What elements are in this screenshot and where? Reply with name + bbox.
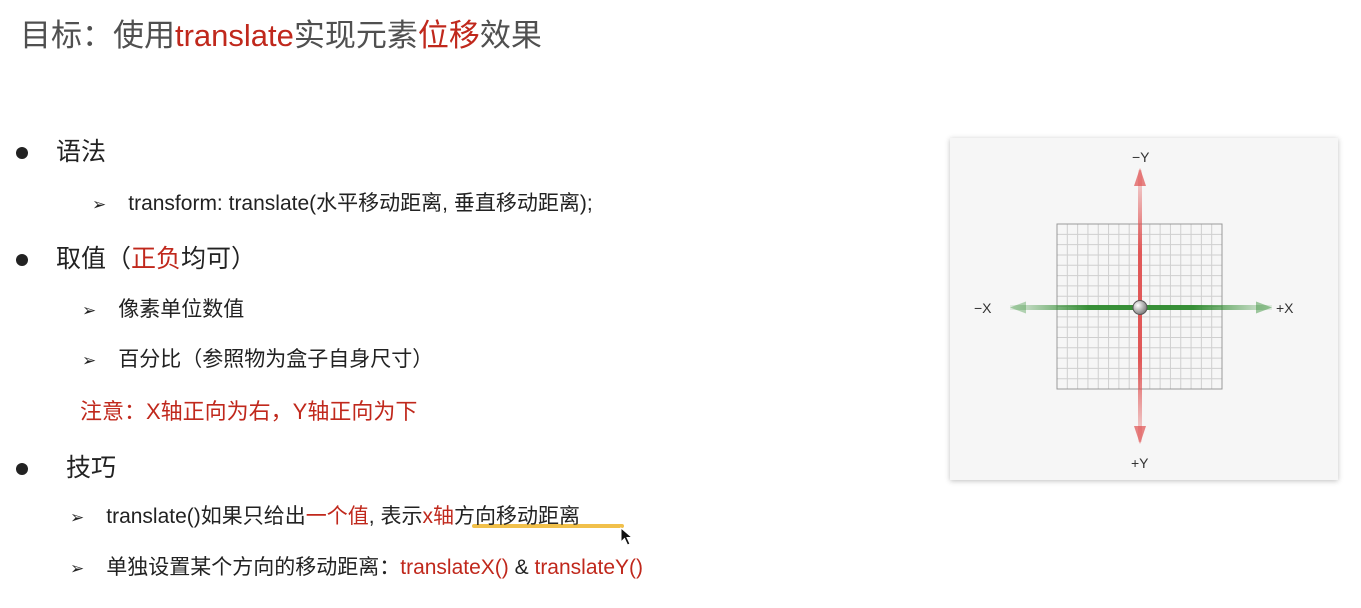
bullet-syntax: 语法: [16, 132, 106, 168]
y-axis-up-arrow-icon: [1134, 168, 1146, 186]
arrow-bullet-icon: ➢: [82, 301, 97, 320]
label-neg-y: −Y: [1132, 149, 1150, 165]
coordinate-diagram: −Y +Y −X +X: [950, 138, 1338, 480]
syntax-code-line: ➢ transform: translate(水平移动距离, 垂直移动距离);: [92, 187, 593, 217]
bullet-tips: 技巧: [16, 448, 116, 484]
tips-t1-a: translate()如果只给出: [106, 505, 306, 528]
tips-heading: 技巧: [66, 454, 117, 482]
title-prefix: 目标：使用: [20, 18, 175, 53]
tips-t2-b: &: [508, 556, 535, 579]
tips-item-one-value: ➢ translate()如果只给出一个值, 表示x轴方向移动距离: [70, 500, 580, 530]
syntax-code-pre: transform: translate(: [128, 192, 317, 215]
syntax-code-post: );: [579, 192, 593, 215]
values-heading-post: 均可）: [181, 245, 257, 273]
tips-t1-red1: 一个值: [305, 505, 369, 528]
title-suffix: 效果: [479, 18, 542, 53]
page-title: 目标：使用translate实现元素位移效果: [20, 10, 542, 55]
x-axis-right-arrow-icon: [1256, 301, 1272, 314]
values-item1-text: 像素单位数值: [118, 298, 245, 321]
tips-t2-red1: translateX(): [400, 556, 509, 579]
arrow-bullet-icon: ➢: [92, 195, 107, 214]
bullet-values: 取值（正负均可）: [16, 239, 256, 275]
values-item2-text: 百分比（参照物为盒子自身尺寸）: [118, 348, 434, 371]
values-heading-pre: 取值（: [56, 245, 132, 273]
syntax-heading: 语法: [56, 138, 107, 166]
values-item-pixel: ➢ 像素单位数值: [82, 293, 244, 323]
tips-t2-a: 单独设置某个方向的移动距离：: [106, 556, 401, 579]
label-pos-y: +Y: [1131, 455, 1149, 471]
x-axis-left-arrow-icon: [1010, 301, 1026, 314]
y-axis-down-arrow-icon: [1134, 426, 1146, 444]
bullet-dot-icon: [16, 254, 28, 267]
arrow-bullet-icon: ➢: [70, 508, 85, 527]
values-item-percent: ➢ 百分比（参照物为盒子自身尺寸）: [82, 343, 433, 373]
arrow-bullet-icon: ➢: [82, 351, 97, 370]
arrow-bullet-icon: ➢: [70, 559, 85, 578]
origin-ball: [1132, 300, 1148, 315]
tips-t1-c: 方向移动距离: [453, 505, 580, 528]
tips-t2-red2: translateY(): [534, 556, 644, 579]
title-translate: translate: [175, 18, 294, 53]
tips-t1-red2: x轴: [422, 505, 454, 528]
values-heading-red: 正负: [131, 245, 182, 273]
syntax-code-args: 水平移动距离, 垂直移动距离: [316, 192, 580, 215]
tips-item-single-direction: ➢ 单独设置某个方向的移动距离：translateX() & translateY…: [70, 551, 643, 581]
label-pos-x: +X: [1276, 300, 1294, 316]
values-note: 注意：X轴正向为右，Y轴正向为下: [80, 399, 418, 424]
tips-t1-b: , 表示: [368, 505, 423, 528]
mouse-cursor-icon: [620, 527, 634, 546]
title-middle: 实现元素: [293, 18, 418, 53]
title-displacement: 位移: [417, 18, 480, 53]
label-neg-x: −X: [974, 300, 992, 316]
bullet-dot-icon: [16, 463, 28, 476]
bullet-dot-icon: [16, 147, 28, 160]
